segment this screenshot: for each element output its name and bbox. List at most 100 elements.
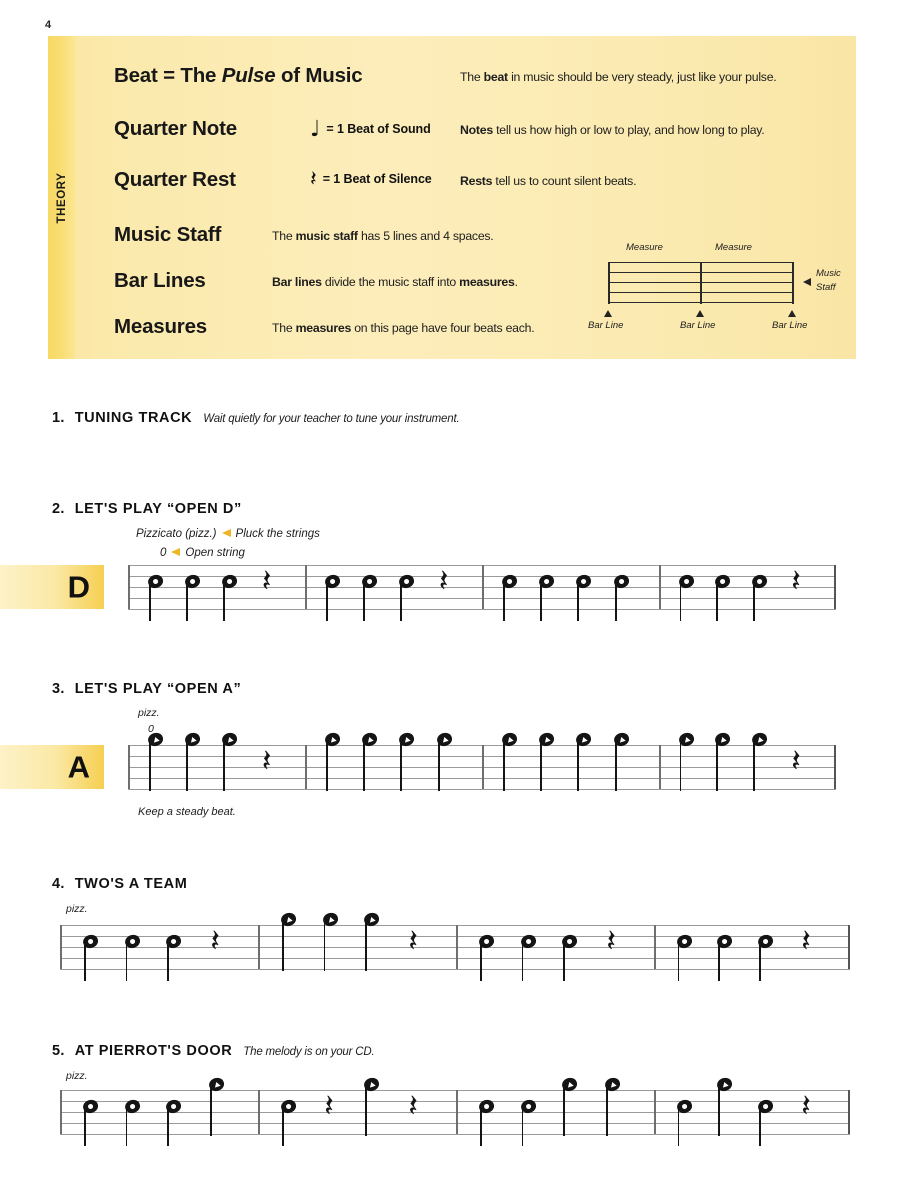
barline bbox=[659, 565, 661, 609]
staff bbox=[60, 1090, 850, 1136]
note-stem bbox=[563, 942, 565, 981]
exercise-3-pizz-label: pizz. bbox=[138, 707, 160, 719]
note-stem bbox=[753, 740, 755, 791]
barline bbox=[482, 565, 484, 609]
staff-diagram: Measure Measure Bar Line Bar Line Bar Li… bbox=[588, 236, 856, 346]
theory-term-beat: Beat = The Pulse of Music bbox=[114, 64, 363, 87]
quarter-rest: 𝄽 bbox=[261, 563, 272, 599]
exercise-5-number: 5. bbox=[52, 1043, 65, 1059]
diagram-barline-label-3: Bar Line bbox=[772, 320, 808, 331]
exercise-3-footnote: Keep a steady beat. bbox=[138, 806, 236, 818]
theory-desc-notes-bold: Notes bbox=[460, 123, 493, 137]
exercise-2-number: 2. bbox=[52, 501, 65, 517]
note-stem bbox=[363, 582, 365, 621]
quarter-rest: 𝄽 bbox=[408, 1088, 418, 1124]
theory-desc-bar-lines: Bar lines divide the music staff into me… bbox=[272, 275, 518, 289]
exercise-3-title: LET'S PLAY “OPEN A” bbox=[74, 681, 242, 697]
theory-term-quarter-note: Quarter Note bbox=[114, 117, 237, 140]
note-stem bbox=[521, 1107, 524, 1146]
note-stem bbox=[605, 1085, 608, 1136]
barline bbox=[258, 925, 260, 969]
diagram-arrow-barline-3 bbox=[788, 310, 796, 317]
barline bbox=[654, 925, 656, 969]
theory-term-beat-italic: Pulse bbox=[221, 64, 276, 87]
quarter-rest: 𝄽 bbox=[606, 923, 616, 959]
note-stem bbox=[759, 1107, 761, 1146]
theory-term-bar-lines: Bar Lines bbox=[114, 269, 206, 292]
string-badge-a-letter: A bbox=[67, 749, 90, 785]
note-stem bbox=[209, 1085, 212, 1136]
theory-symbol-quarter-rest: 𝄽 = 1 Beat of Silence bbox=[310, 166, 432, 191]
barline-final bbox=[834, 565, 837, 609]
diagram-barline-left bbox=[608, 262, 610, 304]
barline bbox=[456, 925, 458, 969]
exercise-4-heading: 4. TWO'S A TEAM bbox=[52, 875, 187, 893]
open-string-description: Open string bbox=[185, 547, 245, 559]
note-stem bbox=[167, 942, 169, 981]
note-stem bbox=[753, 582, 755, 621]
diagram-music-staff-label-line2: Staff bbox=[816, 282, 836, 293]
note-stem bbox=[577, 740, 579, 791]
diagram-staff-lines bbox=[608, 262, 794, 304]
string-badge-d: D bbox=[0, 565, 104, 609]
quarter-rest: 𝄽 bbox=[438, 563, 449, 599]
barline bbox=[305, 745, 307, 789]
barline bbox=[456, 1090, 458, 1134]
note-stem bbox=[282, 920, 284, 971]
staff-line bbox=[60, 969, 850, 971]
note-stem bbox=[125, 1107, 128, 1146]
note-stem bbox=[679, 582, 682, 621]
ex2-system: 𝄽 𝄽 𝄽 bbox=[128, 563, 837, 621]
quarter-rest: 𝄽 bbox=[791, 743, 801, 779]
note-stem bbox=[84, 1107, 86, 1146]
exercise-5-title: AT PIERROT'S DOOR bbox=[74, 1043, 233, 1059]
theory-symbol-quarter-note: ♩ = 1 Beat of Sound bbox=[310, 116, 431, 141]
note-stem bbox=[540, 582, 542, 621]
note-stem bbox=[365, 920, 367, 971]
staff-line bbox=[60, 1112, 850, 1114]
barline bbox=[128, 745, 130, 789]
theory-term-quarter-rest: Quarter Rest bbox=[114, 168, 236, 191]
string-badge-a: A bbox=[0, 745, 104, 789]
theory-tab-label: THEORY bbox=[56, 171, 68, 224]
theory-desc-notes: Notes tell us how high or low to play, a… bbox=[460, 123, 765, 137]
note-stem bbox=[502, 740, 505, 791]
note-stem bbox=[365, 1085, 367, 1136]
note-stem bbox=[148, 582, 151, 621]
note-stem bbox=[282, 1107, 284, 1146]
note-stem bbox=[718, 942, 720, 981]
note-stem bbox=[223, 740, 225, 791]
string-badge-d-letter: D bbox=[67, 569, 90, 605]
open-string-number: 0 bbox=[160, 547, 167, 559]
note-stem bbox=[521, 942, 524, 981]
note-stem bbox=[577, 582, 579, 621]
exercise-1-number: 1. bbox=[52, 410, 65, 426]
yellow-arrow-icon bbox=[171, 548, 181, 557]
exercise-4-number: 4. bbox=[52, 876, 65, 892]
diagram-barline-right bbox=[792, 262, 794, 304]
exercise-2-openstring-annotation: 0 Open string bbox=[160, 547, 245, 559]
theory-symbol-quarter-rest-text: = 1 Beat of Silence bbox=[322, 172, 432, 186]
note-stem bbox=[186, 582, 188, 621]
note-stem bbox=[677, 942, 680, 981]
theory-desc-measures: The measures on this page have four beat… bbox=[272, 321, 535, 335]
staff-line bbox=[60, 925, 850, 927]
note-stem bbox=[167, 1107, 169, 1146]
exercise-5-subtitle: The melody is on your CD. bbox=[243, 1046, 375, 1058]
note-stem bbox=[677, 1107, 680, 1146]
note-stem bbox=[502, 582, 505, 621]
exercise-5-pizz-label: pizz. bbox=[66, 1070, 88, 1082]
quarter-rest: 𝄽 bbox=[791, 563, 801, 599]
ex4-system: 𝄽 𝄽 𝄽 𝄽 bbox=[60, 910, 851, 981]
theory-desc-measures-bold: measures bbox=[295, 321, 352, 335]
pizzicato-description: Pluck the strings bbox=[235, 528, 320, 540]
exercise-5-heading: 5. AT PIERROT'S DOOR The melody is on your… bbox=[52, 1042, 375, 1060]
exercise-3-number: 3. bbox=[52, 681, 65, 697]
exercise-2-pizzicato-annotation: Pizzicato (pizz.) Pluck the strings bbox=[136, 528, 320, 540]
diagram-measure-label-right: Measure bbox=[715, 242, 752, 253]
barline bbox=[258, 1090, 260, 1134]
diagram-measure-label-left: Measure bbox=[626, 242, 663, 253]
note-stem bbox=[716, 740, 718, 791]
note-stem bbox=[125, 942, 128, 981]
exercise-2-heading: 2. LET'S PLAY “OPEN D” bbox=[52, 500, 242, 518]
